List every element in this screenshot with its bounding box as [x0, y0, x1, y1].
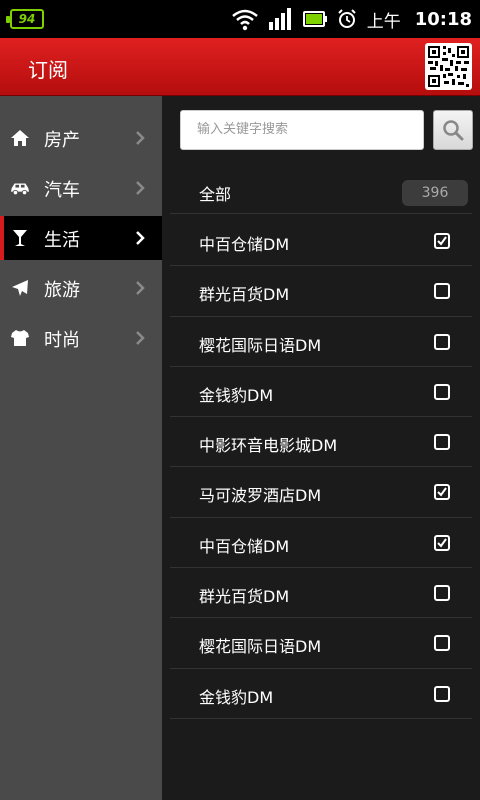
sidebar-item-label: 汽车 — [44, 180, 80, 201]
subscription-list-panel: 输入关键字搜索 全部 396 中百仓储DM 群光百货DM 樱花国际日语DM 金钱豹DM… — [162, 96, 480, 800]
checkbox[interactable] — [434, 585, 450, 602]
sidebar-item-label: 旅游 — [44, 280, 80, 301]
all-label: 全部 — [199, 185, 232, 204]
page-title: 订阅 — [28, 58, 68, 82]
sidebar-item-cars[interactable]: 汽车 — [0, 166, 162, 210]
search-input[interactable]: 输入关键字搜索 — [180, 110, 424, 150]
list-item[interactable]: 马可波罗酒店DM — [170, 467, 472, 518]
list-item-label: 中百仓储DM — [199, 235, 290, 254]
list-item-label: 金钱豹DM — [199, 385, 274, 405]
sidebar-item-travel[interactable]: 旅游 — [0, 266, 162, 310]
list-item[interactable]: 中百仓储DM — [170, 518, 472, 569]
list-item-label: 樱花国际日语DM — [199, 637, 322, 657]
list-item[interactable]: 中影环音电影城DM — [170, 417, 472, 468]
status-time: 10:18 — [414, 8, 472, 30]
checkbox-checked[interactable] — [434, 233, 450, 249]
cocktail-icon — [10, 228, 30, 248]
battery-level: 94 — [18, 12, 36, 26]
checkbox[interactable] — [434, 685, 450, 702]
sidebar-item-fashion[interactable]: 时尚 — [0, 316, 162, 360]
list-item[interactable]: 群光百货DM — [170, 568, 472, 619]
chevron-right-icon — [136, 281, 145, 295]
status-bar: 94 上午 10:18 — [0, 0, 480, 38]
all-row[interactable]: 全部 396 — [170, 166, 472, 214]
home-icon — [10, 128, 30, 148]
checkbox[interactable] — [434, 434, 450, 451]
checkbox[interactable] — [434, 635, 450, 652]
checkbox[interactable] — [434, 283, 450, 300]
list-item[interactable]: 群光百货DM — [170, 266, 472, 317]
battery-status-icon — [302, 11, 327, 27]
sidebar-item-label: 生活 — [44, 230, 80, 251]
list-item[interactable]: 樱花国际日语DM — [170, 317, 472, 367]
qr-code-icon — [428, 46, 469, 87]
app-header: 订阅 — [0, 38, 480, 96]
list-item-label: 群光百货DM — [199, 285, 290, 305]
checkmark-icon — [437, 538, 447, 548]
sidebar-item-label: 房产 — [44, 130, 80, 151]
status-ampm: 上午 — [366, 11, 401, 32]
list-item-label: 樱花国际日语DM — [199, 335, 322, 355]
count-badge: 396 — [402, 180, 468, 206]
airplane-icon — [10, 278, 30, 298]
chevron-right-icon — [136, 331, 145, 345]
list-item-label: 中影环音电影城DM — [199, 436, 338, 456]
checkbox[interactable] — [434, 383, 450, 400]
chevron-right-icon — [136, 231, 145, 245]
list-item-label: 中百仓储DM — [199, 536, 290, 556]
list-item[interactable]: 金钱豹DM — [170, 669, 472, 719]
list-item[interactable]: 中百仓储DM — [170, 216, 472, 267]
sidebar-item-life[interactable]: 生活 — [0, 216, 162, 260]
wifi-icon — [231, 7, 259, 31]
alarm-icon — [337, 9, 357, 29]
signal-icon — [268, 8, 293, 30]
search-icon — [443, 120, 464, 141]
list-item-label: 群光百货DM — [199, 587, 290, 607]
tshirt-icon — [10, 328, 30, 348]
checkbox-checked[interactable] — [434, 484, 450, 501]
car-icon — [10, 178, 30, 198]
subscription-list: 中百仓储DM 群光百货DM 樱花国际日语DM 金钱豹DM 中影环音电影城DM 马可波罗酒店… — [170, 216, 472, 719]
chevron-right-icon — [136, 181, 145, 195]
search-button[interactable] — [433, 110, 473, 150]
qr-code-button[interactable] — [425, 43, 472, 90]
checkmark-icon — [437, 236, 447, 246]
battery-icon: 94 — [6, 9, 44, 29]
list-item-label: 金钱豹DM — [199, 687, 274, 707]
chevron-right-icon — [136, 131, 145, 145]
sidebar-item-label: 时尚 — [44, 330, 80, 351]
checkbox-checked[interactable] — [434, 534, 450, 551]
checkmark-icon — [437, 487, 447, 498]
list-item-label: 马可波罗酒店DM — [199, 486, 322, 506]
sidebar-item-property[interactable]: 房产 — [0, 116, 162, 160]
list-item[interactable]: 金钱豹DM — [170, 367, 472, 418]
checkbox[interactable] — [434, 333, 450, 350]
list-item[interactable]: 樱花国际日语DM — [170, 618, 472, 669]
category-sidebar: 房产 汽车 生活 旅游 时尚 — [0, 96, 162, 800]
